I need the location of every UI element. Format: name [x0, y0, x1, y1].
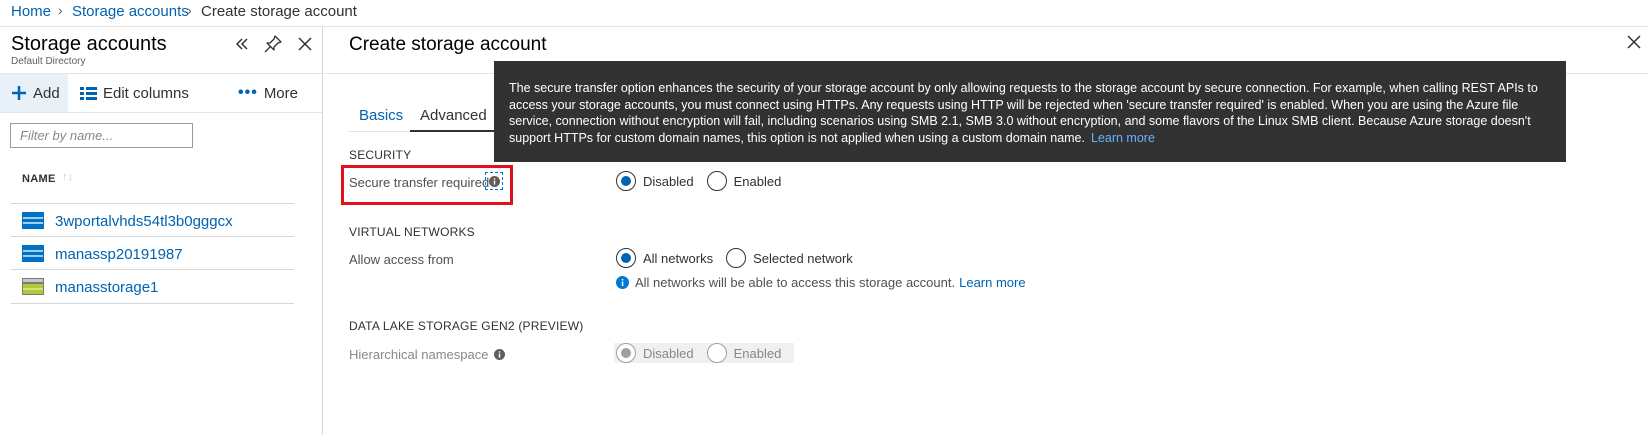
hierarchical-disabled-radio[interactable] [616, 343, 636, 363]
all-networks-radio[interactable] [616, 248, 636, 268]
list-item[interactable]: manassp20191987 [11, 238, 294, 271]
secure-transfer-enabled-radio[interactable] [706, 171, 727, 191]
storage-account-name: 3wportalvhds54tl3b0gggcx [55, 213, 233, 230]
storage-account-name: manassp20191987 [55, 246, 183, 263]
ellipsis-icon: ••• [238, 84, 258, 101]
breadcrumb-separator-icon: › [58, 2, 63, 18]
secure-transfer-radio-group: Disabled Enabled [616, 171, 794, 191]
hierarchical-namespace-radio-group: Disabled Enabled [614, 343, 795, 363]
list-divider [11, 236, 294, 237]
breadcrumb: Home › Storage accounts › Create storage… [0, 0, 1649, 27]
info-icon [616, 276, 629, 289]
data-lake-section-heading: DATA LAKE STORAGE GEN2 (PREVIEW) [349, 319, 584, 333]
breadcrumb-home-link[interactable]: Home [11, 3, 51, 20]
networks-learn-more-link[interactable]: Learn more [959, 275, 1025, 290]
hierarchical-namespace-label: Hierarchical namespace [349, 347, 489, 362]
list-divider [11, 269, 294, 270]
list-divider [11, 303, 294, 304]
blade-subtitle: Default Directory [11, 56, 86, 67]
storage-account-blue-icon [22, 245, 44, 262]
radio-label: Selected network [753, 250, 853, 266]
selected-network-radio[interactable] [726, 248, 747, 268]
close-icon[interactable] [1623, 31, 1645, 53]
edit-columns-label: Edit columns [103, 84, 189, 102]
sort-icon[interactable]: ↑↓ [62, 171, 73, 183]
allow-access-label: Allow access from [349, 252, 454, 267]
edit-columns-button[interactable]: Edit columns [80, 74, 189, 112]
active-tab-indicator [410, 130, 498, 132]
storage-account-name: manasstorage1 [55, 279, 159, 296]
pin-icon[interactable] [262, 33, 284, 55]
breadcrumb-storage-accounts-link[interactable]: Storage accounts [72, 3, 189, 20]
blade-title: Storage accounts [11, 33, 167, 55]
filter-input[interactable]: Filter by name... [10, 123, 193, 148]
list-item[interactable]: manasstorage1 [11, 271, 294, 304]
tab-advanced[interactable]: Advanced [420, 107, 487, 124]
storage-account-green-icon [22, 278, 44, 295]
tooltip-learn-more-link[interactable]: Learn more [1091, 131, 1155, 145]
hierarchical-enabled-radio[interactable] [706, 343, 727, 363]
hierarchical-namespace-field: Hierarchical namespace [349, 347, 506, 362]
collapse-icon[interactable] [231, 33, 253, 55]
radio-label: All networks [643, 250, 714, 266]
tooltip-text: The secure transfer option enhances the … [509, 81, 1538, 145]
radio-label: Disabled [643, 345, 694, 361]
command-bar: Add Edit columns ••• More [0, 73, 322, 113]
info-icon[interactable] [494, 349, 506, 360]
list-divider [11, 203, 294, 204]
breadcrumb-separator-icon: › [187, 2, 192, 18]
more-button-label: More [263, 84, 298, 102]
networks-info: All networks will be able to access this… [616, 275, 1026, 290]
close-icon[interactable] [294, 33, 316, 55]
page-title: Create storage account [349, 34, 547, 55]
secure-transfer-tooltip: The secure transfer option enhances the … [494, 61, 1566, 162]
add-button-label: Add [33, 84, 60, 102]
secure-transfer-highlight [341, 165, 513, 205]
secure-transfer-disabled-radio[interactable] [616, 171, 636, 191]
list-item[interactable]: 3wportalvhds54tl3b0gggcx [11, 205, 294, 238]
networks-info-text: All networks will be able to access this… [635, 275, 956, 290]
radio-label: Enabled [733, 173, 782, 189]
allow-access-radio-group: All networks Selected network [616, 248, 866, 268]
tab-basics[interactable]: Basics [359, 107, 403, 124]
virtual-networks-section-heading: VIRTUAL NETWORKS [349, 225, 475, 239]
security-section-heading: SECURITY [349, 148, 412, 162]
storage-account-blue-icon [22, 212, 44, 229]
storage-accounts-blade: Storage accounts Default Directory Add E… [0, 27, 323, 435]
breadcrumb-current: Create storage account [201, 3, 357, 20]
radio-label: Enabled [733, 345, 782, 361]
name-column-header[interactable]: NAME [22, 173, 56, 185]
add-button[interactable]: Add [11, 74, 60, 112]
radio-label: Disabled [643, 173, 694, 189]
plus-icon [12, 86, 26, 100]
more-button[interactable]: ••• More [238, 74, 298, 112]
columns-icon [80, 86, 97, 100]
